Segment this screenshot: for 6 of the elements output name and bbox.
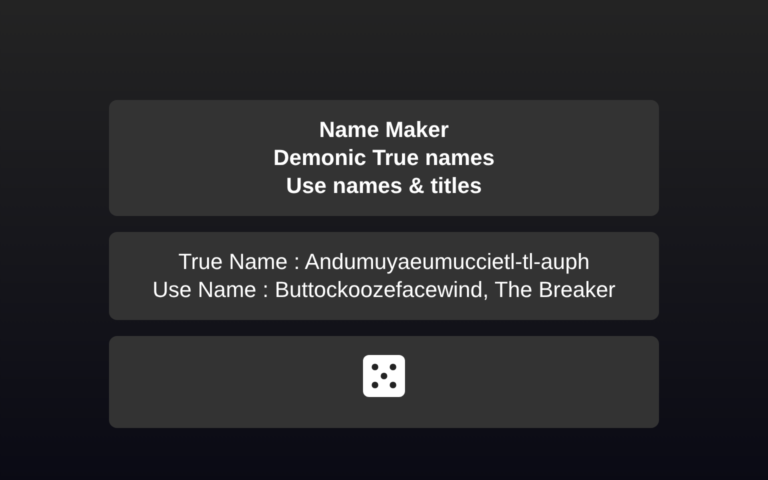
title-text: Demonic True names xyxy=(273,144,495,172)
result-text: Use Name : Buttockoozefacewind, The Breaker xyxy=(152,276,616,304)
dice-icon[interactable] xyxy=(363,355,405,397)
result-text: True Name : Andumuyaeumuccietl-tl-auph xyxy=(178,248,590,276)
title-text: Use names & titles xyxy=(286,172,482,200)
title-text: Name Maker xyxy=(319,116,449,144)
